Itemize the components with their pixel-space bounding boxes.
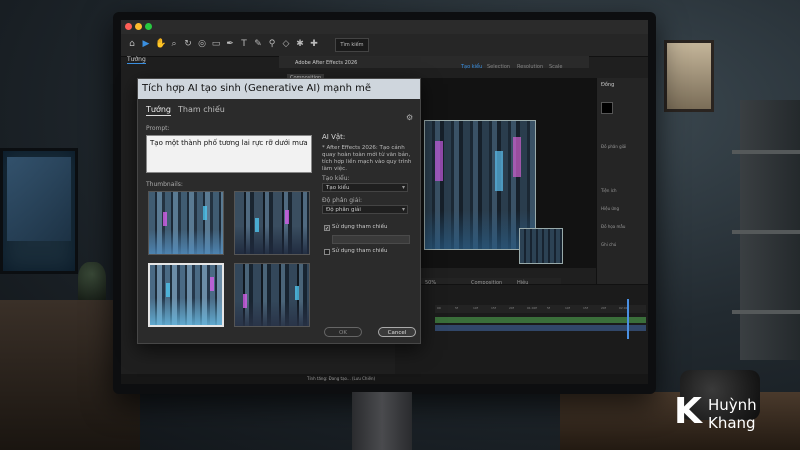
right-panel-title: Đồng bbox=[601, 82, 615, 88]
dialog-header: Tích hợp AI tạo sinh (Generative AI) mạn… bbox=[138, 79, 420, 99]
ok-button[interactable]: OK bbox=[324, 327, 362, 337]
hand-tool-icon[interactable]: ✋ bbox=[155, 38, 166, 50]
thumbnail-1[interactable] bbox=[148, 191, 224, 255]
brush-tool-icon[interactable]: ✎ bbox=[253, 38, 263, 50]
camera-tool-icon[interactable]: ◎ bbox=[197, 38, 207, 50]
generative-ai-dialog: Tích hợp AI tạo sinh (Generative AI) mạn… bbox=[137, 78, 421, 344]
tab-reference[interactable]: Tham chiếu bbox=[178, 105, 225, 114]
use-reference-checkbox-2[interactable] bbox=[324, 249, 330, 255]
tab-project[interactable]: Tướng bbox=[127, 56, 146, 64]
cancel-button[interactable]: Cancel bbox=[378, 327, 416, 337]
selection-tool-icon[interactable]: ▶ bbox=[141, 38, 151, 50]
gear-icon[interactable]: ⚙ bbox=[406, 113, 413, 122]
status-bar: Tính tăng: Đang tạo... (Lưu Chiến) bbox=[121, 374, 648, 384]
playhead[interactable] bbox=[627, 299, 629, 339]
right-panel: Đồng Đồ phân giải Tiện ích Hiệu ứng Đồ h… bbox=[596, 78, 648, 288]
close-window-icon[interactable] bbox=[125, 23, 132, 30]
minimize-window-icon[interactable] bbox=[135, 23, 142, 30]
status-text: Tính tăng: Đang tạo... (Lưu Chiến) bbox=[307, 376, 376, 381]
right-panel-item-3[interactable]: Đồ họa mẫu bbox=[601, 224, 625, 229]
color-swatch[interactable] bbox=[601, 102, 613, 114]
composition-title: Adobe After Effects 2026 bbox=[295, 60, 358, 66]
dialog-title: Tích hợp AI tạo sinh (Generative AI) mạn… bbox=[142, 83, 372, 94]
background-monitor bbox=[0, 148, 78, 274]
workspace-tab-2[interactable]: Selection bbox=[487, 64, 510, 70]
prompt-input[interactable]: Tạo một thành phố tương lai rực rỡ dưới … bbox=[146, 135, 312, 173]
timeline-layer-bar[interactable] bbox=[435, 325, 646, 331]
right-panel-item-4[interactable]: Ghi chú bbox=[601, 242, 616, 247]
search-field[interactable]: Tìm kiếm bbox=[335, 38, 369, 52]
right-panel-item-2[interactable]: Hiệu ứng bbox=[601, 206, 619, 211]
type-tool-icon[interactable]: T bbox=[239, 38, 249, 50]
workspace-tab-1[interactable]: Tạo kiểu bbox=[461, 64, 482, 70]
background-plant bbox=[78, 262, 106, 302]
style-select[interactable]: Tạo kiểu bbox=[322, 183, 408, 192]
monitor-stand bbox=[352, 392, 412, 450]
pin-tool-icon[interactable]: ✚ bbox=[309, 38, 319, 50]
tab-generate[interactable]: Tướng bbox=[146, 105, 171, 116]
rectangle-tool-icon[interactable]: ▭ bbox=[211, 38, 221, 50]
rotate-tool-icon[interactable]: ↻ bbox=[183, 38, 193, 50]
right-panel-item-1[interactable]: Tiện ích bbox=[601, 188, 617, 193]
timeline-layer-bar[interactable] bbox=[435, 317, 646, 323]
logo-line-1: Huỳnh bbox=[708, 396, 757, 414]
city-preview-thumbnail[interactable] bbox=[519, 228, 563, 264]
prompt-label: Prompt: bbox=[146, 125, 170, 132]
ai-section-title: AI Vật: bbox=[322, 133, 346, 141]
use-reference-label-1: Sử dụng tham chiếu bbox=[332, 224, 388, 230]
workspace-tab-3[interactable]: Resolution bbox=[517, 64, 543, 70]
huynh-khang-logo: K Huỳnh Khang bbox=[674, 390, 794, 440]
use-reference-label-2: Sử dụng tham chiếu bbox=[332, 248, 388, 254]
home-icon[interactable]: ⌂ bbox=[127, 38, 137, 50]
timeline-panel: 00 5f 10f 15f 20f 01:00f 5f 10f 15f 20f … bbox=[395, 284, 648, 384]
use-reference-checkbox-1[interactable]: ✓ bbox=[324, 225, 330, 232]
stamp-tool-icon[interactable]: ⚲ bbox=[267, 38, 277, 50]
resolution-label: Độ phân giải: bbox=[322, 197, 363, 204]
thumbnail-2[interactable] bbox=[234, 191, 310, 255]
puppet-tool-icon[interactable]: ✱ bbox=[295, 38, 305, 50]
maximize-window-icon[interactable] bbox=[145, 23, 152, 30]
logo-mark: K bbox=[674, 391, 702, 432]
timeline-ruler[interactable]: 00 5f 10f 15f 20f 01:00f 5f 10f 15f 20f … bbox=[435, 305, 646, 313]
workspace-tab-4[interactable]: Scale bbox=[549, 64, 562, 70]
ai-description: * After Effects 2026: Tạo cảnh quay hoàn… bbox=[322, 145, 412, 172]
title-bar bbox=[121, 20, 648, 34]
thumbnail-3[interactable] bbox=[148, 263, 224, 327]
zoom-tool-icon[interactable]: ⌕ bbox=[169, 38, 179, 50]
eraser-tool-icon[interactable]: ◇ bbox=[281, 38, 291, 50]
background-picture-frame bbox=[664, 40, 714, 112]
resolution-select[interactable]: Độ phân giải bbox=[322, 205, 408, 214]
style-label: Tạo kiểu: bbox=[322, 175, 350, 182]
thumbnails-label: Thumbnails: bbox=[146, 181, 183, 188]
reference-field bbox=[332, 235, 410, 244]
pen-tool-icon[interactable]: ✒ bbox=[225, 38, 235, 50]
align-label: Đồ phân giải bbox=[601, 144, 627, 149]
thumbnail-4[interactable] bbox=[234, 263, 310, 327]
logo-line-2: Khang bbox=[708, 414, 756, 432]
tools-toolbar: ⌂ ▶ ✋ ⌕ ↻ ◎ ▭ ✒ T ✎ ⚲ ◇ ✱ ✚ Tìm kiếm bbox=[121, 34, 648, 57]
